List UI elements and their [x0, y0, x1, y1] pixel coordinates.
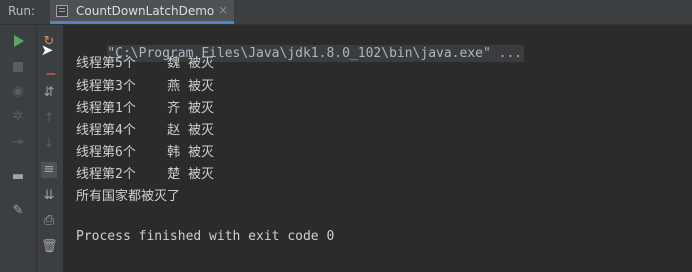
tab-title: CountDownLatchDemo	[76, 4, 215, 18]
camera-icon[interactable]: ◉	[10, 84, 26, 100]
soft-wrap-icon[interactable]: ≡	[41, 162, 57, 178]
login-icon[interactable]: ⇥	[10, 135, 26, 151]
trash-icon[interactable]: 🗑	[41, 239, 58, 255]
console-output[interactable]: "C:\Program Files\Java\jdk1.8.0_102\bin\…	[63, 25, 692, 272]
up-arrow-icon[interactable]: ↑	[41, 111, 57, 127]
console-line: 所有国家都被灭了	[76, 189, 181, 204]
console-line: 线程第4个 赵 被灭	[76, 123, 214, 138]
exit-message: Process finished with exit code 0	[76, 229, 335, 244]
tab-countdownlatchdemo[interactable]: CountDownLatchDemo ×	[50, 0, 234, 24]
edit-red-icon[interactable]: ▁	[43, 61, 59, 77]
console-line: 线程第6个 韩 被灭	[76, 145, 214, 160]
console-tab-icon	[56, 5, 68, 17]
close-icon[interactable]: ×	[218, 3, 228, 17]
sort-icon[interactable]: ⇵	[41, 85, 57, 101]
console-line: 线程第2个 楚 被灭	[76, 167, 214, 182]
run-tab-bar: Run: CountDownLatchDemo ×	[0, 0, 692, 25]
settings-icon[interactable]: ✲	[10, 109, 26, 125]
print-icon[interactable]: ⎙	[41, 213, 57, 229]
console-line: 线程第1个 齐 被灭	[76, 101, 214, 116]
scroll-to-end-icon[interactable]: ⇊	[41, 188, 57, 204]
stop-icon[interactable]	[13, 62, 23, 72]
run-icon[interactable]	[14, 35, 24, 47]
pin-icon[interactable]: ✎	[10, 203, 26, 219]
console-line: 线程第5个 魏 被灭	[76, 56, 214, 71]
run-toolbar: ◉ ✲ ⇥ ▬ ✎	[0, 25, 36, 272]
console-line: 线程第3个 燕 被灭	[76, 79, 214, 94]
console-toolbar: ↻ ➤ ▁ ⇵ ↑ ↓ ≡ ⇊ ⎙ 🗑	[36, 25, 64, 272]
cursor-icon: ➤	[40, 41, 54, 59]
layout-icon[interactable]: ▬	[10, 169, 26, 185]
run-label: Run:	[8, 4, 36, 18]
down-arrow-icon[interactable]: ↓	[41, 136, 57, 152]
